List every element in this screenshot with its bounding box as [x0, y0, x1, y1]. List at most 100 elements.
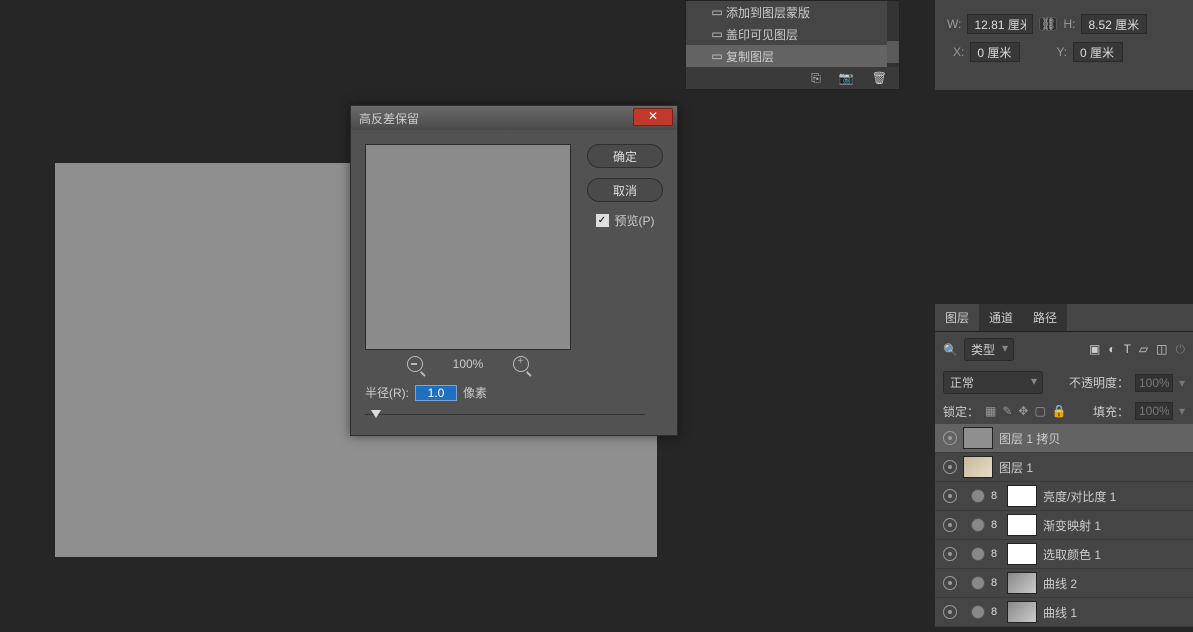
visibility-eye-icon[interactable]	[943, 518, 957, 532]
visibility-eye-icon[interactable]	[943, 605, 957, 619]
tab-paths[interactable]: 路径	[1023, 304, 1067, 331]
radius-slider[interactable]	[365, 409, 645, 421]
document-icon: ▭	[708, 49, 726, 63]
mask-thumbnail[interactable]	[1007, 543, 1037, 565]
blend-mode-select[interactable]: 正常	[943, 371, 1043, 394]
scrollbar-thumb[interactable]	[887, 41, 899, 63]
history-context-menu: ▭ 添加到图层蒙版 ▭ 盖印可见图层 ▭ 复制图层 ⎘ 📷 🗑	[685, 0, 900, 90]
visibility-eye-icon[interactable]	[943, 431, 957, 445]
layers-panel: 图层 通道 路径 🔍 类型 ▣ ◐ T ▱ ◫ ⏻ 正常 不透明度： ▾ 锁定：…	[935, 304, 1193, 627]
width-input[interactable]	[967, 14, 1033, 34]
lock-all-icon[interactable]: 🔒	[1052, 404, 1067, 418]
visibility-eye-icon[interactable]	[943, 489, 957, 503]
layer-name[interactable]: 曲线 1	[1043, 604, 1185, 621]
layer-row[interactable]: 图层 1 拷贝	[935, 424, 1193, 453]
layer-name[interactable]: 图层 1 拷贝	[999, 430, 1185, 447]
link-dimensions-icon[interactable]: ⛓	[1039, 17, 1057, 31]
tab-channels[interactable]: 通道	[979, 304, 1023, 331]
layer-row[interactable]: 图层 1	[935, 453, 1193, 482]
history-item[interactable]: ▭ 盖印可见图层	[686, 23, 899, 45]
width-label: W:	[947, 17, 961, 31]
history-toolbar: ⎘ 📷 🗑	[686, 67, 899, 89]
radius-unit: 像素	[463, 384, 487, 401]
x-label: X:	[953, 45, 964, 59]
zoom-out-icon[interactable]	[407, 356, 423, 372]
visibility-eye-icon[interactable]	[943, 547, 957, 561]
fill-input[interactable]	[1135, 402, 1173, 420]
chevron-down-icon[interactable]: ▾	[1179, 404, 1185, 418]
close-icon[interactable]: ✕	[633, 108, 673, 126]
mask-thumbnail[interactable]	[1007, 514, 1037, 536]
trash-icon[interactable]: 🗑	[872, 71, 887, 85]
layer-name[interactable]: 图层 1	[999, 459, 1185, 476]
properties-panel: W: ⛓ H: X: Y:	[935, 0, 1193, 90]
link-icon: 8	[991, 548, 1001, 560]
high-pass-dialog: 高反差保留 ✕ 100% 半径(R): 像素 确定 取消 ✓ 预览(P)	[350, 105, 678, 436]
ok-button[interactable]: 确定	[587, 144, 663, 168]
layer-row[interactable]: 8 亮度/对比度 1	[935, 482, 1193, 511]
adjustment-icon	[971, 605, 985, 619]
mask-thumbnail[interactable]	[1007, 485, 1037, 507]
radius-label: 半径(R):	[365, 384, 409, 401]
fill-label: 填充：	[1093, 403, 1129, 420]
panel-tabs: 图层 通道 路径	[935, 304, 1193, 332]
opacity-input[interactable]	[1135, 374, 1173, 392]
new-snapshot-icon[interactable]: ⎘	[811, 71, 821, 86]
layer-row[interactable]: 8 选取颜色 1	[935, 540, 1193, 569]
mask-thumbnail[interactable]	[1007, 572, 1037, 594]
history-item-label: 添加到图层蒙版	[726, 4, 810, 21]
filter-type-icon[interactable]: T	[1124, 342, 1131, 357]
layer-name[interactable]: 亮度/对比度 1	[1043, 488, 1185, 505]
visibility-eye-icon[interactable]	[943, 576, 957, 590]
lock-move-icon[interactable]: ✥	[1018, 404, 1028, 418]
layer-name[interactable]: 渐变映射 1	[1043, 517, 1185, 534]
chevron-down-icon[interactable]: ▾	[1179, 376, 1185, 390]
height-input[interactable]	[1081, 14, 1147, 34]
history-item[interactable]: ▭ 复制图层	[686, 45, 899, 67]
adjustment-icon	[971, 518, 985, 532]
camera-icon[interactable]: 📷	[839, 71, 854, 85]
filter-shape-icon[interactable]: ▱	[1139, 342, 1148, 357]
layer-name[interactable]: 曲线 2	[1043, 575, 1185, 592]
layer-thumbnail[interactable]	[963, 427, 993, 449]
history-item-label: 盖印可见图层	[726, 26, 798, 43]
filter-adjust-icon[interactable]: ◐	[1108, 342, 1115, 357]
layer-row[interactable]: 8 渐变映射 1	[935, 511, 1193, 540]
adjustment-icon	[971, 547, 985, 561]
document-icon: ▭	[708, 27, 726, 41]
filter-toggle-icon[interactable]: ⏻	[1176, 342, 1186, 357]
mask-thumbnail[interactable]	[1007, 601, 1037, 623]
zoom-level: 100%	[453, 357, 484, 371]
layer-thumbnail[interactable]	[963, 456, 993, 478]
layer-row[interactable]: 8 曲线 2	[935, 569, 1193, 598]
layer-name[interactable]: 选取颜色 1	[1043, 546, 1185, 563]
history-item[interactable]: ▭ 添加到图层蒙版	[686, 1, 899, 23]
lock-transparency-icon[interactable]: ▦	[985, 404, 996, 418]
layer-row[interactable]: 8 曲线 1	[935, 598, 1193, 627]
filter-smart-icon[interactable]: ◫	[1156, 342, 1167, 357]
history-item-label: 复制图层	[726, 48, 774, 65]
document-icon: ▭	[708, 5, 726, 19]
slider-thumb-icon[interactable]	[371, 410, 381, 418]
zoom-in-icon[interactable]	[513, 356, 529, 372]
radius-input[interactable]	[415, 385, 457, 401]
lock-label: 锁定：	[943, 403, 979, 420]
link-icon: 8	[991, 519, 1001, 531]
visibility-eye-icon[interactable]	[943, 460, 957, 474]
lock-artboard-icon[interactable]: ▢	[1034, 404, 1045, 418]
filter-image-icon[interactable]: ▣	[1089, 342, 1100, 357]
preview-checkbox[interactable]: ✓ 预览(P)	[596, 212, 655, 229]
dialog-preview[interactable]	[365, 144, 571, 350]
cancel-button[interactable]: 取消	[587, 178, 663, 202]
y-input[interactable]	[1073, 42, 1123, 62]
x-input[interactable]	[970, 42, 1020, 62]
link-icon: 8	[991, 577, 1001, 589]
tab-layers[interactable]: 图层	[935, 304, 979, 331]
dialog-titlebar[interactable]: 高反差保留 ✕	[351, 106, 677, 130]
layer-filter-select[interactable]: 类型	[964, 338, 1014, 361]
lock-paint-icon[interactable]: ✎	[1002, 404, 1012, 418]
y-label: Y:	[1056, 45, 1067, 59]
dialog-title: 高反差保留	[359, 110, 419, 127]
history-scrollbar[interactable]	[887, 1, 899, 67]
opacity-label: 不透明度：	[1069, 374, 1129, 391]
